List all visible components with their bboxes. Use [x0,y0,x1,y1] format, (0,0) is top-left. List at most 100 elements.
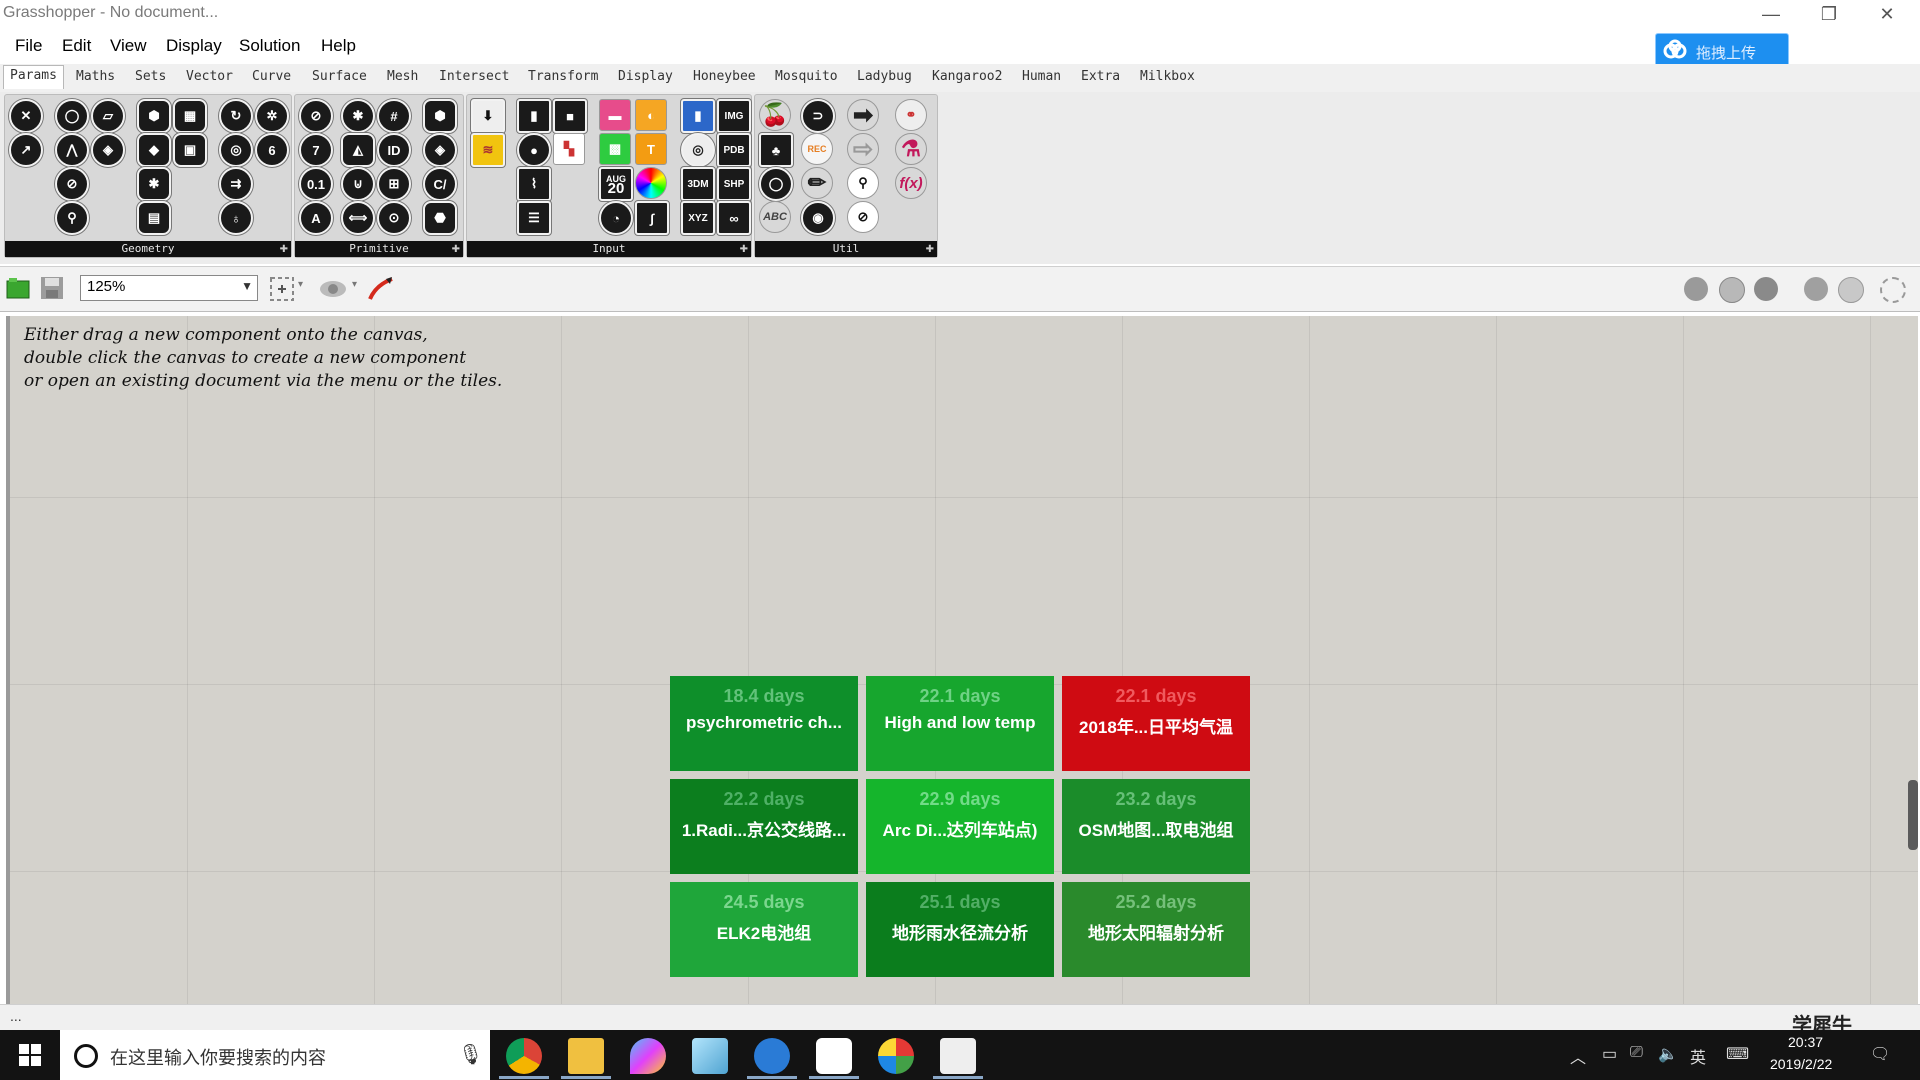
tab-milkbox[interactable]: Milkbox [1140,69,1195,84]
render-mesh-icon[interactable] [1804,277,1828,301]
tab-surface[interactable]: Surface [312,69,367,84]
taskbar-search-box[interactable]: 在这里输入你要搜索的内容 🎙 [60,1030,490,1080]
ime-keyboard-icon[interactable]: ⌨ [1726,1044,1749,1064]
fitness-icon[interactable]: ⚭ [895,99,927,131]
clock-icon[interactable]: ◔ [599,201,633,235]
tab-kangaroo2[interactable]: Kangaroo2 [932,69,1002,84]
menu-display[interactable]: Display [166,36,222,56]
jump-icon[interactable]: ⊃ [801,99,835,133]
tab-mosquito[interactable]: Mosquito [775,69,838,84]
menu-view[interactable]: View [110,36,147,56]
box-param-icon[interactable]: ⬢ [137,99,171,133]
recent-file-tile[interactable]: 25.1 days 地形雨水径流分析 [866,882,1054,977]
matrix-param-icon[interactable]: ◈ [423,133,457,167]
plane-param-icon[interactable]: ◈ [91,133,125,167]
preview-wireframe-icon[interactable] [1684,277,1708,301]
network-icon[interactable]: ⎚ [1630,1044,1643,1062]
import-3dm-icon[interactable]: 3DM [681,167,715,201]
panel-util-expand-icon[interactable]: ✚ [926,244,934,255]
tab-params[interactable]: Params [3,65,64,89]
tab-display[interactable]: Display [618,69,673,84]
number-param-icon[interactable]: 0.1 [299,167,333,201]
text-tag-icon[interactable]: ABC [759,201,791,233]
culture-param-icon[interactable]: ◭ [341,133,375,167]
menu-solution[interactable]: Solution [239,36,300,56]
expression-icon[interactable]: f(x) [895,167,927,199]
slider-icon[interactable]: ● [517,133,551,167]
relay-arrow-icon[interactable]: ➡ [847,99,879,131]
menu-file[interactable]: File [15,36,42,56]
recent-file-tile[interactable]: 22.2 days 1.Radi...京公交线路... [670,779,858,874]
toggle-icon[interactable]: ■ [553,99,587,133]
recent-file-tile[interactable]: 18.4 days psychrometric ch... [670,676,858,771]
colour-swatch-icon[interactable]: ▚ [553,133,585,165]
tab-sets[interactable]: Sets [135,69,166,84]
geometry-param-icon[interactable]: ⇉ [219,167,253,201]
pencil-icon[interactable]: ✏ [801,167,833,199]
tab-human[interactable]: Human [1022,69,1061,84]
graph-curve-icon[interactable]: ∫ [635,201,669,235]
volume-icon[interactable]: 🔈 [1658,1044,1678,1064]
brep-param-icon[interactable]: ▦ [173,99,207,133]
panel-primitive-expand-icon[interactable]: ✚ [452,244,460,255]
preview-settings-icon[interactable] [1880,277,1906,303]
search-icon[interactable]: ⚲ [847,167,879,199]
menu-edit[interactable]: Edit [62,36,91,56]
sketch-pen-icon[interactable] [366,275,396,303]
mesh-param-icon[interactable]: ✲ [255,99,289,133]
baidu-netdisk-icon[interactable] [816,1038,852,1074]
tab-transform[interactable]: Transform [528,69,598,84]
zoom-extents-dropdown-icon[interactable]: ▾ [298,279,303,290]
location-param-icon[interactable]: ♁ [219,201,253,235]
pinned-app-2-icon[interactable] [878,1038,914,1074]
arc-param-icon[interactable]: ◎ [219,133,253,167]
close-button[interactable]: ✕ [1864,0,1910,28]
panel-list-icon[interactable]: ☰ [517,201,551,235]
flask-icon[interactable]: ⚗ [895,133,927,165]
menu-help[interactable]: Help [321,36,356,56]
interval-param-icon[interactable]: ⟺ [341,201,375,235]
canvas[interactable]: Either drag a new component onto the can… [6,316,1918,1004]
start-button[interactable] [0,1030,60,1080]
recent-file-tile[interactable]: 22.1 days 2018年...日平均气温 [1062,676,1250,771]
ime-indicator[interactable]: 英 [1690,1044,1706,1068]
colour-wheel-icon[interactable]: ◐ [635,99,667,131]
microphone-icon[interactable]: 🎙 [458,1042,483,1067]
text-param-icon[interactable]: A [299,201,333,235]
colour-param-icon[interactable]: ✱ [341,99,375,133]
tab-honeybee[interactable]: Honeybee [693,69,756,84]
gradient-picker-icon[interactable]: T [635,133,667,165]
panel-geometry-expand-icon[interactable]: ✚ [280,244,288,255]
surface-param-icon[interactable]: ◆ [137,133,171,167]
render-sphere-icon[interactable] [1838,277,1864,303]
vector-param-icon[interactable]: ↗ [9,133,43,167]
galapagos-icon[interactable]: ◯ [759,167,793,201]
recent-file-tile[interactable]: 23.2 days OSM地图...取电池组 [1062,779,1250,874]
gradient-icon[interactable]: ▬ [599,99,631,131]
path-param-icon[interactable]: C/ [423,167,457,201]
circle-param-icon[interactable]: ◯ [55,99,89,133]
save-file-icon[interactable] [40,276,64,300]
guid-param-icon[interactable]: ID [377,133,411,167]
preview-shaded-icon[interactable] [1719,277,1745,303]
pinned-app-icon[interactable] [630,1038,666,1074]
field-param-icon[interactable]: ✱ [137,167,171,201]
pdb-import-icon[interactable]: PDB [717,133,751,167]
tab-extra[interactable]: Extra [1081,69,1120,84]
import-shp-icon[interactable]: SHP [717,167,751,201]
group-param-icon[interactable]: ⚲ [55,201,89,235]
twisted-box-param-icon[interactable]: ▣ [173,133,207,167]
data-dam-icon[interactable]: ♣ [759,133,793,167]
data-param-icon[interactable]: ⬣ [423,201,457,235]
colour-picker-icon[interactable] [635,167,667,199]
tab-mesh[interactable]: Mesh [387,69,418,84]
recent-file-tile[interactable]: 22.1 days High and low temp [866,676,1054,771]
calendar-icon[interactable]: AUG 20 [599,167,633,201]
battery-icon[interactable]: ▭ [1602,1044,1617,1064]
notification-center-icon[interactable]: 🗨 [1870,1044,1890,1064]
image-sampler-icon[interactable]: IMG [717,99,751,133]
value-list-icon[interactable]: ⌇ [517,167,551,201]
restore-button[interactable]: ❐ [1806,0,1852,28]
preview-selected-icon[interactable] [1754,277,1778,301]
tab-intersect[interactable]: Intersect [439,69,509,84]
